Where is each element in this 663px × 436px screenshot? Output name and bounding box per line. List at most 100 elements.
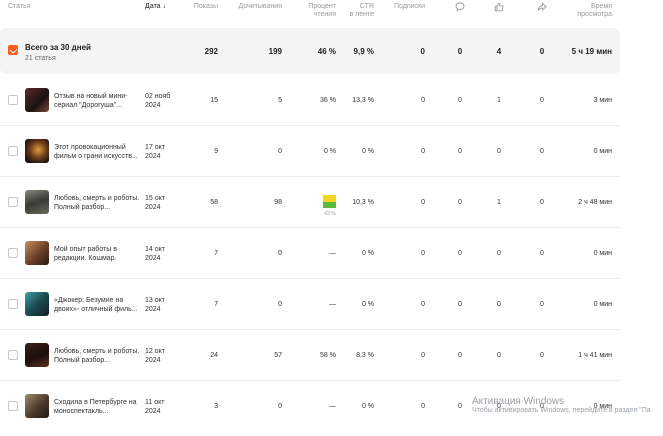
ctr-value: 0 %	[361, 148, 374, 155]
likes-value: 0	[497, 148, 501, 155]
reposts-value: 0	[540, 97, 544, 104]
article-title[interactable]: Любовь, смерть и роботы. Полный разбор..…	[54, 194, 140, 212]
readthroughs-value: 98	[274, 199, 282, 206]
select-all-checkbox[interactable]	[8, 45, 18, 55]
reposts-value: 0	[540, 301, 544, 308]
summary-time: 5 ч 19 мин	[571, 47, 612, 56]
ctr-value: 0 %	[361, 301, 374, 308]
article-thumbnail[interactable]	[25, 190, 49, 214]
article-date-year: 2024	[145, 357, 161, 364]
article-thumbnail[interactable]	[25, 139, 49, 163]
share-icon[interactable]	[537, 2, 547, 12]
row-checkbox[interactable]	[8, 146, 18, 156]
likes-value: 1	[497, 97, 501, 104]
table-row[interactable]: Любовь, смерть и роботы. Полный разбор..…	[0, 330, 620, 381]
article-thumbnail[interactable]	[25, 394, 49, 418]
article-date: 02 нояб 2024	[145, 92, 170, 110]
article-title[interactable]: Отзыв на новый мини-сериал "Дорогуша"...	[54, 92, 140, 110]
time-value: 2 ч 48 мин	[578, 199, 612, 206]
row-checkbox[interactable]	[8, 350, 18, 360]
read-progress-bar-rest	[323, 195, 336, 203]
article-date-day: 11 окт	[145, 399, 165, 406]
row-checkbox[interactable]	[8, 299, 18, 309]
subs-value: 0	[421, 97, 425, 104]
col-subs[interactable]: Подписки	[385, 3, 425, 11]
article-date-day: 12 окт	[145, 348, 165, 355]
comment-icon[interactable]	[455, 2, 465, 12]
comments-value: 0	[458, 199, 462, 206]
reposts-value: 0	[540, 250, 544, 257]
table-row[interactable]: Отзыв на новый мини-сериал "Дорогуша"...…	[0, 75, 620, 126]
read-progress-label: 43 %	[324, 211, 336, 217]
readthroughs-value: 0	[278, 250, 282, 257]
readthroughs-value: 5	[278, 97, 282, 104]
views-value: 58	[210, 199, 218, 206]
row-checkbox[interactable]	[8, 248, 18, 258]
time-value: 3 мин	[593, 97, 612, 104]
article-thumbnail[interactable]	[25, 88, 49, 112]
reposts-value: 0	[540, 199, 544, 206]
read-percent-value: —	[329, 403, 336, 410]
comments-value: 0	[458, 97, 462, 104]
table-row[interactable]: «Джокер: Безумие на двоих»- отличный фил…	[0, 279, 620, 330]
article-title[interactable]: Сходила в Петербурге на моноспектакль...	[54, 398, 140, 416]
watermark-subtitle: Чтобы активировать Windows, перейдите в …	[472, 407, 651, 414]
like-icon[interactable]	[494, 2, 504, 12]
read-percent-value: 0 %	[323, 148, 336, 155]
article-date-year: 2024	[145, 153, 161, 160]
col-views[interactable]: Показы	[180, 3, 218, 11]
readthroughs-value: 0	[278, 403, 282, 410]
table-header: Статья Дата ↓ Показы Дочитывания Процент…	[0, 0, 620, 26]
ctr-value: 13,3 %	[352, 97, 374, 104]
article-date-year: 2024	[145, 204, 161, 211]
col-ctr-line1: CTR	[359, 3, 374, 10]
article-thumbnail[interactable]	[25, 343, 49, 367]
article-date: 11 окт 2024	[145, 398, 164, 416]
article-date-day: 17 окт	[145, 144, 165, 151]
ctr-value: 8,3 %	[356, 352, 374, 359]
time-value: 0 мин	[593, 301, 612, 308]
comments-value: 0	[458, 352, 462, 359]
row-checkbox[interactable]	[8, 95, 18, 105]
col-date[interactable]: Дата ↓	[145, 3, 166, 11]
table-row[interactable]: Этот провокационный фильм о грани искусс…	[0, 126, 620, 177]
summary-ctr: 9,9 %	[353, 47, 374, 56]
article-title[interactable]: Любовь, смерть и роботы. Полный разбор..…	[54, 347, 140, 365]
article-date-day: 02 нояб	[145, 93, 171, 100]
article-title[interactable]: «Джокер: Безумие на двоих»- отличный фил…	[54, 296, 140, 314]
subs-value: 0	[421, 199, 425, 206]
article-thumbnail[interactable]	[25, 241, 49, 265]
time-value: 0 мин	[593, 148, 612, 155]
subs-value: 0	[421, 403, 425, 410]
ctr-value: 10,3 %	[352, 199, 374, 206]
read-progress-bar[interactable]	[323, 195, 336, 208]
readthroughs-value: 0	[278, 148, 282, 155]
article-title[interactable]: Этот провокационный фильм о грани искусс…	[54, 143, 140, 161]
subs-value: 0	[421, 250, 425, 257]
col-time[interactable]: Время просмотра	[560, 3, 612, 19]
reposts-value: 0	[540, 352, 544, 359]
col-read-percent-line1: Процент	[308, 3, 336, 10]
comments-value: 0	[458, 148, 462, 155]
readthroughs-value: 57	[274, 352, 282, 359]
summary-row: Всего за 30 дней 21 статья 292 199 46 % …	[0, 28, 620, 74]
subs-value: 0	[421, 352, 425, 359]
summary-likes: 4	[496, 47, 502, 56]
likes-value: 1	[497, 199, 501, 206]
col-article[interactable]: Статья	[8, 3, 31, 11]
article-thumbnail[interactable]	[25, 292, 49, 316]
views-value: 15	[210, 97, 218, 104]
article-title[interactable]: Мой опыт работы в редакции. Кошмар.	[54, 245, 140, 263]
article-date: 17 окт 2024	[145, 143, 165, 161]
row-checkbox[interactable]	[8, 401, 18, 411]
col-read-percent[interactable]: Процент чтения	[296, 3, 336, 19]
col-ctr[interactable]: CTR в ленте	[338, 3, 374, 19]
col-readthroughs[interactable]: Дочитывания	[228, 3, 282, 11]
row-checkbox[interactable]	[8, 197, 18, 207]
summary-reposts: 0	[539, 47, 545, 56]
table-row[interactable]: Мой опыт работы в редакции. Кошмар. 14 о…	[0, 228, 620, 279]
subs-value: 0	[421, 301, 425, 308]
table-row[interactable]: Любовь, смерть и роботы. Полный разбор..…	[0, 177, 620, 228]
comments-value: 0	[458, 403, 462, 410]
read-percent-value: —	[329, 250, 336, 257]
